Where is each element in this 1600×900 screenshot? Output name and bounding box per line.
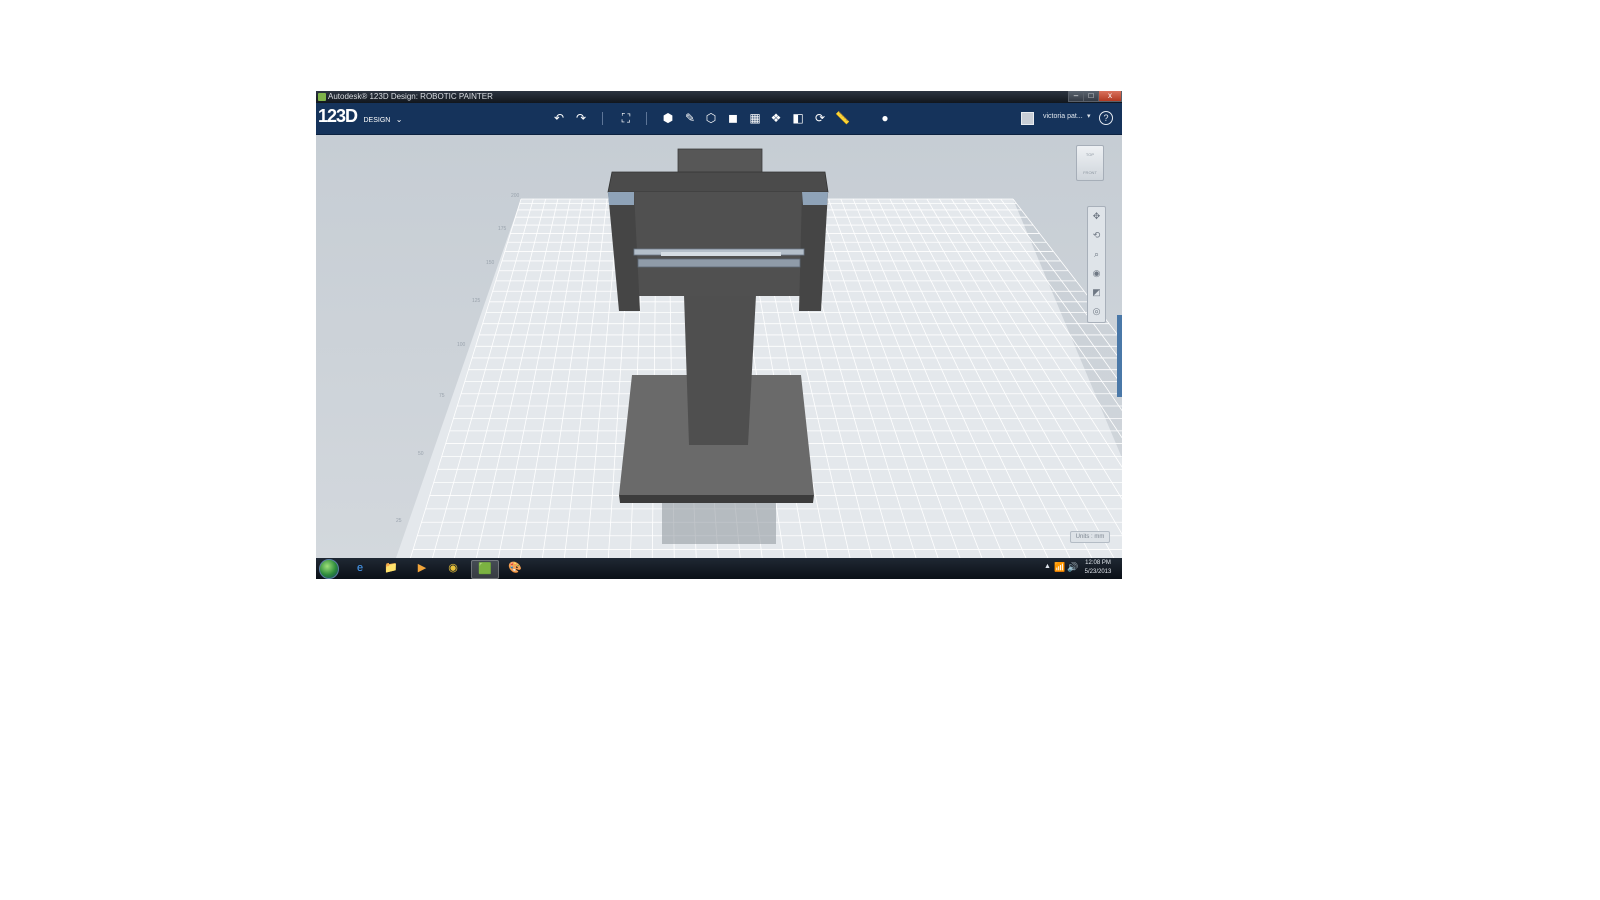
clock-date[interactable]: 5/23/2013 [1083, 569, 1113, 575]
window-title-bar[interactable]: Autodesk® 123D Design: ROBOTIC PAINTER –… [316, 91, 1122, 103]
scene-canvas: 200 175 150 125 100 75 50 25 [396, 148, 1122, 558]
network-icon[interactable]: 📶 [1054, 562, 1065, 573]
top-block [677, 148, 763, 174]
user-name[interactable]: victoria pat... [1043, 113, 1083, 120]
column [684, 295, 756, 445]
visibility-icon[interactable]: ◎ [1091, 306, 1102, 317]
chevron-down-icon: ⌄ [395, 115, 403, 124]
explorer-icon[interactable]: 📁 [378, 560, 404, 577]
view-cube-top-label: TOP [1085, 152, 1095, 157]
grid-label: 75 [439, 393, 445, 399]
right-post-highlight [802, 192, 828, 205]
volume-icon[interactable]: 🔊 [1067, 562, 1078, 573]
desktop-screen: Autodesk® 123D Design: ROBOTIC PAINTER –… [316, 91, 1122, 579]
user-avatar[interactable] [1021, 112, 1034, 125]
construct-icon[interactable]: ⬡ [704, 111, 718, 125]
close-button[interactable]: x [1098, 91, 1122, 102]
app-menu-logo[interactable]: 123D DESIGN ⌄ [318, 106, 402, 127]
left-post-highlight [608, 192, 634, 205]
logo-subtitle: DESIGN [363, 117, 391, 124]
pattern-icon[interactable]: ▦ [748, 111, 762, 125]
redo-icon[interactable]: ↷ [574, 111, 588, 125]
minimize-button[interactable]: – [1068, 91, 1084, 102]
primitives-icon[interactable]: ⬢ [661, 111, 675, 125]
123d-design-taskbar-icon[interactable]: 🟩 [471, 560, 499, 579]
app-toolbar: 123D DESIGN ⌄ ↶ ↷ ⛶ ⬢ ✎ ⬡ ◼ ▦ ❖ ◧ ⟳ 📏 ● … [316, 103, 1122, 135]
chrome-icon[interactable]: ◉ [440, 560, 466, 577]
back-panel [632, 192, 808, 296]
start-button[interactable] [319, 559, 339, 579]
grouping-icon[interactable]: ❖ [769, 111, 783, 125]
clock-time[interactable]: 12:08 PM [1083, 560, 1113, 566]
navigation-bar: ✥ ⟲ ⌕ ◉ ◩ ◎ [1087, 206, 1106, 323]
top-plate [607, 171, 829, 193]
user-menu-chevron-icon[interactable]: ▾ [1087, 112, 1091, 120]
rail-lower [637, 258, 801, 268]
window-title: Autodesk® 123D Design: ROBOTIC PAINTER [328, 92, 493, 101]
ie-icon[interactable]: e [347, 560, 373, 577]
toolbar-divider [646, 112, 647, 125]
base-plate-edge [619, 495, 814, 503]
measure-icon[interactable]: 📏 [835, 111, 850, 125]
3d-viewport[interactable]: 200 175 150 125 100 75 50 25 TOP FRONT ✥… [316, 135, 1122, 558]
snap-icon[interactable]: ⟳ [813, 111, 827, 125]
view-mode-icon[interactable]: ◩ [1091, 287, 1102, 298]
orbit-icon[interactable]: ⟲ [1091, 230, 1102, 241]
combine-icon[interactable]: ◧ [791, 111, 805, 125]
model-shadow [662, 502, 776, 544]
maximize-button[interactable]: □ [1083, 91, 1099, 102]
grid-label: 175 [498, 226, 507, 232]
grid-label: 50 [418, 451, 424, 457]
app-icon [318, 93, 326, 101]
sketch-icon[interactable]: ✎ [683, 111, 697, 125]
fit-icon[interactable]: ◉ [1091, 268, 1102, 279]
toolbar-divider [602, 112, 603, 125]
pan-icon[interactable]: ✥ [1091, 211, 1102, 222]
view-cube[interactable]: TOP FRONT [1076, 145, 1104, 181]
paint-icon[interactable]: 🎨 [502, 560, 528, 577]
view-cube-front-label: FRONT [1083, 170, 1097, 175]
windows-taskbar: e 📁 ▶ ◉ 🟩 🎨 ▲ 📶 🔊 12:08 PM 5/23/2013 [316, 558, 1122, 579]
modify-icon[interactable]: ◼ [726, 111, 740, 125]
material-icon[interactable]: ● [878, 111, 892, 125]
transform-icon[interactable]: ⛶ [619, 111, 633, 125]
logo-number: 123D [318, 106, 358, 126]
side-panel-tab[interactable] [1117, 315, 1122, 397]
grid-label: 100 [457, 342, 466, 348]
rail-slider [661, 252, 781, 256]
zoom-icon[interactable]: ⌕ [1091, 249, 1102, 260]
media-player-icon[interactable]: ▶ [409, 560, 435, 577]
undo-icon[interactable]: ↶ [552, 111, 566, 125]
units-indicator[interactable]: Units : mm [1070, 531, 1110, 543]
grid-label: 150 [486, 260, 495, 266]
grid-label: 200 [511, 193, 520, 199]
tray-expand-icon[interactable]: ▲ [1044, 563, 1051, 570]
grid-label: 125 [472, 298, 481, 304]
help-icon[interactable]: ? [1099, 111, 1113, 125]
grid-label: 25 [396, 518, 402, 524]
